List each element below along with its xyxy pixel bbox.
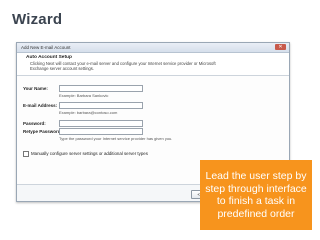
manual-setup-checkbox[interactable] <box>23 151 29 157</box>
password-hint: Type the password your Internet service … <box>59 136 173 141</box>
slide-title: Wizard <box>12 11 63 28</box>
email-label: E-mail Address: <box>23 103 58 108</box>
password-field[interactable] <box>59 120 143 127</box>
password-label: Password: <box>23 121 46 126</box>
retype-password-label: Retype Password: <box>23 129 63 134</box>
name-label: Your Name: <box>23 86 48 91</box>
retype-password-field[interactable] <box>59 128 143 135</box>
dialog-header: Auto Account Setup Clicking Next will co… <box>17 53 289 76</box>
header-title: Auto Account Setup <box>26 55 72 60</box>
callout-box: Lead the user step by step through inter… <box>200 160 312 230</box>
manual-setup-option[interactable]: Manually configure server settings or ad… <box>23 151 148 157</box>
name-field[interactable] <box>59 85 143 92</box>
email-field[interactable] <box>59 102 143 109</box>
header-description: Clicking Next will contact your e-mail s… <box>30 61 216 71</box>
email-hint: Example: barbara@contoso.com <box>59 110 118 115</box>
close-icon[interactable]: ✕ <box>275 44 286 50</box>
dialog-titlebar: Add New E-mail Account ✕ <box>17 43 289 53</box>
callout-text: Lead the user step by step through inter… <box>205 170 307 220</box>
name-hint: Example: Barbara Sankovic <box>59 93 109 98</box>
manual-setup-label: Manually configure server settings or ad… <box>31 151 148 157</box>
dialog-window-title: Add New E-mail Account <box>21 45 71 50</box>
